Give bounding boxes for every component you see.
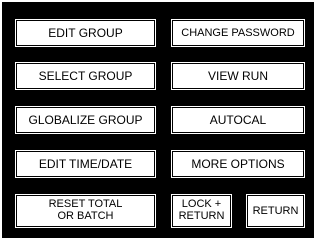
autocal-button[interactable]: AUTOCAL: [168, 103, 308, 137]
return-label: RETURN: [252, 204, 299, 217]
select-group-button[interactable]: SELECT GROUP: [12, 59, 159, 93]
lock-return-label: LOCK + RETURN: [178, 198, 225, 222]
lock-return-button[interactable]: LOCK + RETURN: [168, 191, 235, 231]
reset-total-or-batch-button[interactable]: RESET TOTAL OR BATCH: [12, 191, 159, 231]
globalize-group-label: GLOBALIZE GROUP: [28, 113, 143, 127]
view-run-label: VIEW RUN: [208, 69, 268, 83]
view-run-button[interactable]: VIEW RUN: [168, 59, 308, 93]
autocal-label: AUTOCAL: [209, 113, 267, 127]
menu-screen: EDIT GROUP CHANGE PASSWORD SELECT GROUP …: [0, 0, 320, 240]
select-group-label: SELECT GROUP: [38, 69, 133, 83]
change-password-label: CHANGE PASSWORD: [181, 26, 295, 39]
edit-time-date-button[interactable]: EDIT TIME/DATE: [12, 147, 159, 181]
reset-total-or-batch-label: RESET TOTAL OR BATCH: [48, 198, 123, 222]
globalize-group-button[interactable]: GLOBALIZE GROUP: [12, 103, 159, 137]
change-password-button[interactable]: CHANGE PASSWORD: [168, 16, 308, 50]
edit-time-date-label: EDIT TIME/DATE: [38, 157, 133, 171]
return-button[interactable]: RETURN: [243, 191, 308, 231]
edit-group-label: EDIT GROUP: [48, 26, 123, 40]
more-options-label: MORE OPTIONS: [191, 157, 285, 171]
edit-group-button[interactable]: EDIT GROUP: [12, 16, 159, 50]
more-options-button[interactable]: MORE OPTIONS: [168, 147, 308, 181]
